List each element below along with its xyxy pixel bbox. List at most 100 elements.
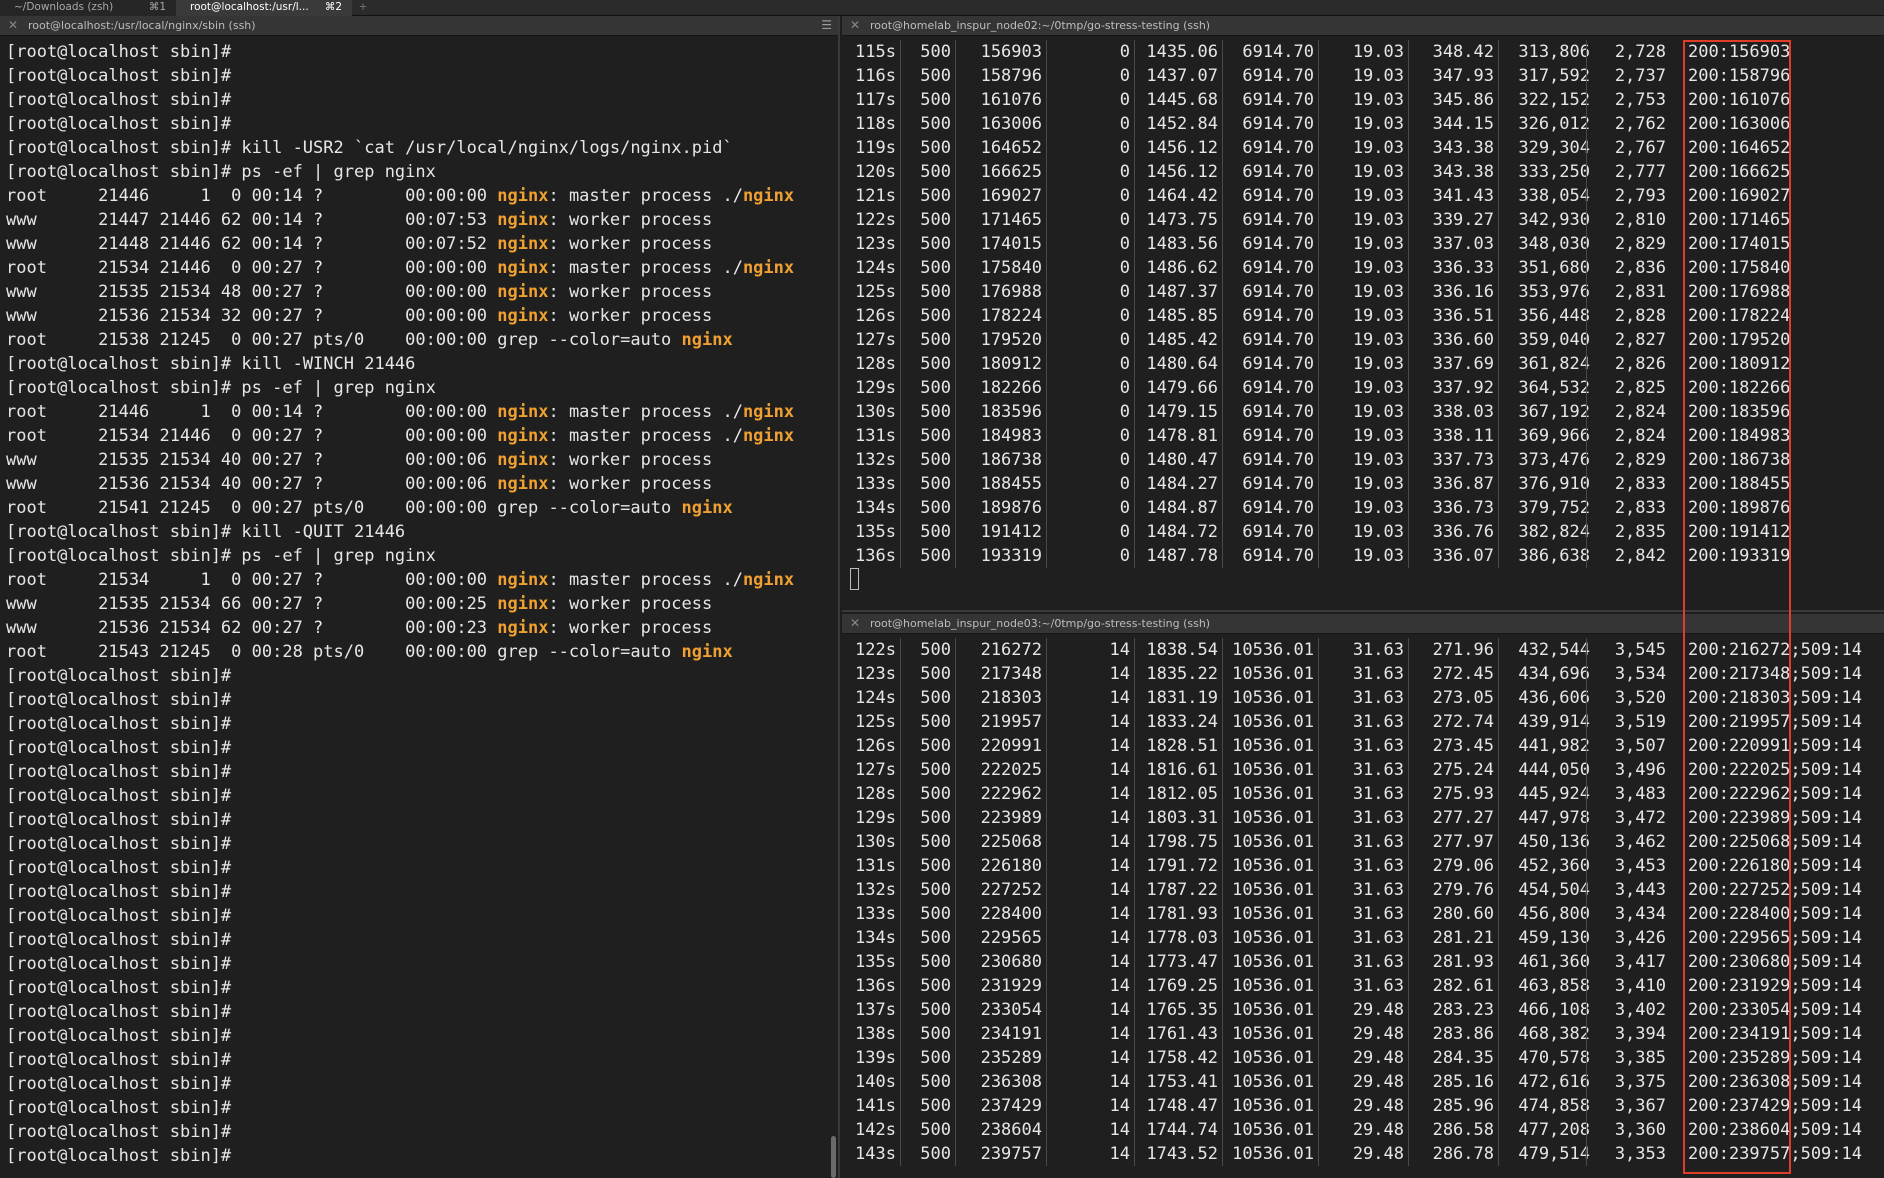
table-cell: 31.63 xyxy=(1352,952,1404,972)
table-cell: 128s xyxy=(855,784,896,804)
table-cell: 1812.05 xyxy=(1146,784,1218,804)
table-cell: 1765.35 xyxy=(1146,1000,1218,1020)
column-separator xyxy=(955,638,956,1166)
table-cell: 277.27 xyxy=(1432,808,1494,828)
table-cell: 277.97 xyxy=(1432,832,1494,852)
table-cell: 222025 xyxy=(980,760,1042,780)
tab-localhost-ssh[interactable]: root@localhost:/usr/l... ⌘2 xyxy=(176,0,352,16)
table-cell: 10536.01 xyxy=(1232,712,1314,732)
table-cell: 31.63 xyxy=(1352,784,1404,804)
table-cell: 19.03 xyxy=(1352,114,1404,134)
table-cell: 166625 xyxy=(980,162,1042,182)
scrollbar-thumb[interactable] xyxy=(831,1136,836,1178)
table-cell: 19.03 xyxy=(1352,306,1404,326)
table-cell: 452,360 xyxy=(1518,856,1590,876)
table-cell: 14 xyxy=(1109,760,1130,780)
table-cell: 3,360 xyxy=(1614,1120,1666,1140)
table-cell: 1456.12 xyxy=(1146,138,1218,158)
table-cell: 6914.70 xyxy=(1242,498,1314,518)
table-cell: 158796 xyxy=(980,66,1042,86)
table-cell: 31.63 xyxy=(1352,808,1404,828)
table-cell: 14 xyxy=(1109,688,1130,708)
table-cell: 31.63 xyxy=(1352,664,1404,684)
new-tab-button[interactable]: + xyxy=(356,0,370,16)
table-cell: 3,385 xyxy=(1614,1048,1666,1068)
table-cell: 500 xyxy=(920,928,951,948)
table-cell: 382,824 xyxy=(1518,522,1590,542)
table-cell: 10536.01 xyxy=(1232,640,1314,660)
table-cell: 239757 xyxy=(980,1144,1042,1164)
table-cell: 1781.93 xyxy=(1146,904,1218,924)
table-cell: 123s xyxy=(855,234,896,254)
table-cell: 19.03 xyxy=(1352,234,1404,254)
column-separator xyxy=(1222,638,1223,1166)
table-cell: 500 xyxy=(920,258,951,278)
table-cell: 14 xyxy=(1109,664,1130,684)
table-cell: 116s xyxy=(855,66,896,86)
table-cell: 281.21 xyxy=(1432,928,1494,948)
pane-header: ✕ root@homelab_inspur_node02:~/0tmp/go-s… xyxy=(842,16,1884,36)
table-cell: 286.58 xyxy=(1432,1120,1494,1140)
hamburger-icon[interactable]: ☰ xyxy=(821,16,832,35)
table-cell: 19.03 xyxy=(1352,378,1404,398)
terminal-pane-left[interactable]: ✕ root@localhost:/usr/local/nginx/sbin (… xyxy=(0,16,840,1178)
table-cell: 0 xyxy=(1119,450,1130,470)
table-cell: 171465 xyxy=(980,210,1042,230)
table-cell: 2,737 xyxy=(1614,66,1666,86)
grep-match: nginx xyxy=(497,474,549,494)
pane-title: root@homelab_inspur_node02:~/0tmp/go-str… xyxy=(870,19,1211,32)
table-cell: 500 xyxy=(920,186,951,206)
table-cell: 31.63 xyxy=(1352,928,1404,948)
table-cell: 343.38 xyxy=(1432,138,1494,158)
terminal-line: root 21534 21446 0 00:27 ? 00:00:00 ngin… xyxy=(6,258,795,278)
table-cell: 1478.81 xyxy=(1146,426,1218,446)
table-cell: 14 xyxy=(1109,1048,1130,1068)
table-cell: 2,836 xyxy=(1614,258,1666,278)
table-cell: 444,050 xyxy=(1518,760,1590,780)
terminal-line: [root@localhost sbin]# xyxy=(6,834,232,854)
table-cell: 115s xyxy=(855,42,896,62)
column-separator xyxy=(1046,40,1047,568)
close-icon[interactable]: ✕ xyxy=(850,614,860,633)
table-cell: 500 xyxy=(920,712,951,732)
table-cell: 6914.70 xyxy=(1242,282,1314,302)
table-cell: 282.61 xyxy=(1432,976,1494,996)
table-cell: 10536.01 xyxy=(1232,784,1314,804)
table-cell: 19.03 xyxy=(1352,354,1404,374)
close-icon[interactable]: ✕ xyxy=(8,16,18,35)
table-cell: 500 xyxy=(920,640,951,660)
table-cell: 0 xyxy=(1119,498,1130,518)
terminal-line: [root@localhost sbin]# xyxy=(6,1074,232,1094)
table-cell: 234191 xyxy=(980,1024,1042,1044)
grep-match: nginx xyxy=(742,258,795,278)
tab-downloads-zsh[interactable]: ~/Downloads (zsh) ⌘1 xyxy=(0,0,176,16)
table-cell: 19.03 xyxy=(1352,138,1404,158)
table-cell: 156903 xyxy=(980,42,1042,62)
table-cell: 1484.27 xyxy=(1146,474,1218,494)
table-cell: 500 xyxy=(920,1000,951,1020)
table-cell: 124s xyxy=(855,258,896,278)
table-cell: 338.11 xyxy=(1432,426,1494,446)
terminal-line: root 21538 21245 0 00:27 pts/0 00:00:00 … xyxy=(6,330,733,350)
table-cell: 14 xyxy=(1109,976,1130,996)
table-cell: 139s xyxy=(855,1048,896,1068)
table-cell: 161076 xyxy=(980,90,1042,110)
close-icon[interactable]: ✕ xyxy=(850,16,860,35)
table-cell: 456,800 xyxy=(1518,904,1590,924)
table-cell: 10536.01 xyxy=(1232,1072,1314,1092)
table-cell: 336.07 xyxy=(1432,546,1494,566)
table-cell: 500 xyxy=(920,856,951,876)
grep-match: nginx xyxy=(497,594,549,614)
table-cell: 2,767 xyxy=(1614,138,1666,158)
table-cell: 175840 xyxy=(980,258,1042,278)
table-cell: 125s xyxy=(855,282,896,302)
table-cell: 0 xyxy=(1119,66,1130,86)
table-cell: 29.48 xyxy=(1352,1096,1404,1116)
table-cell: 2,831 xyxy=(1614,282,1666,302)
table-cell: 3,520 xyxy=(1614,688,1666,708)
table-cell: 500 xyxy=(920,736,951,756)
table-cell: 227252 xyxy=(980,880,1042,900)
table-cell: 0 xyxy=(1119,90,1130,110)
table-cell: 122s xyxy=(855,210,896,230)
table-cell: 436,606 xyxy=(1518,688,1590,708)
